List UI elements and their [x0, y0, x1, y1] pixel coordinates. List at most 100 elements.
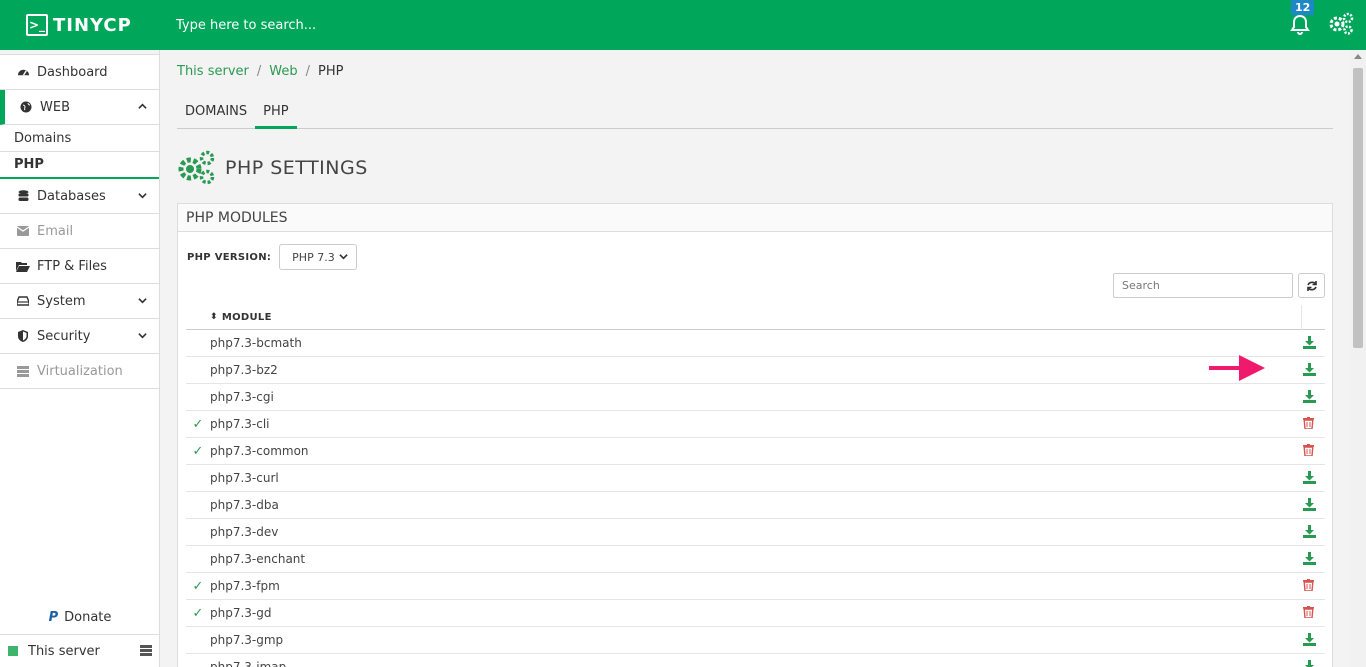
shield-icon — [16, 329, 30, 343]
php-version-label: PHP VERSION: — [187, 251, 272, 263]
table-row: php7.3-curl — [186, 465, 1325, 492]
module-name: php7.3-cgi — [210, 390, 274, 404]
notification-count-badge: 12 — [1291, 0, 1315, 15]
sidebar-item-security[interactable]: Security — [0, 319, 159, 354]
hdd-icon — [16, 294, 30, 308]
breadcrumb-separator: / — [305, 64, 310, 79]
php-version-select[interactable]: PHP 7.3 — [279, 244, 358, 270]
module-name: php7.3-gmp — [210, 633, 284, 647]
chevron-down-icon — [138, 298, 147, 304]
server-status-icon — [8, 646, 18, 656]
module-name: php7.3-bz2 — [210, 363, 278, 377]
app-logo[interactable]: >_ TINYCP — [0, 0, 160, 50]
module-name: php7.3-dba — [210, 498, 279, 512]
tab-php[interactable]: PHP — [255, 100, 297, 129]
terminal-icon: >_ — [26, 14, 48, 36]
server-selector[interactable]: This server — [0, 634, 160, 667]
table-row: ✓ php7.3-cli — [186, 411, 1325, 438]
breadcrumb-web[interactable]: Web — [269, 64, 297, 79]
sidebar-item-label: Databases — [37, 188, 106, 204]
sidebar-item-email[interactable]: Email — [0, 214, 159, 249]
column-divider — [1301, 305, 1302, 330]
module-name: php7.3-fpm — [210, 579, 280, 593]
sidebar-subitem-domains[interactable]: Domains — [0, 125, 159, 152]
chevron-down-icon — [138, 333, 147, 339]
uninstall-trash-icon[interactable] — [1303, 606, 1317, 620]
gears-icon — [178, 150, 215, 185]
bell-icon — [1290, 14, 1310, 35]
module-name: php7.3-cli — [210, 417, 270, 431]
sidebar-item-label: Security — [37, 328, 91, 344]
uninstall-trash-icon[interactable] — [1303, 579, 1317, 593]
sidebar-item-system[interactable]: System — [0, 284, 159, 319]
table-row: php7.3-dev — [186, 519, 1325, 546]
scrollbar-thumb[interactable] — [1353, 68, 1363, 348]
page-scrollbar[interactable] — [1350, 50, 1366, 667]
module-name: php7.3-bcmath — [210, 336, 302, 350]
panel-title: PHP MODULES — [178, 204, 1332, 232]
php-modules-panel: PHP MODULES PHP VERSION: PHP 7.3 Search … — [177, 203, 1333, 667]
install-download-icon[interactable] — [1303, 552, 1317, 566]
scroll-up-arrow[interactable] — [1354, 54, 1362, 59]
installed-check-icon: ✓ — [192, 443, 204, 459]
install-download-icon[interactable] — [1303, 660, 1317, 667]
installed-check-icon: ✓ — [192, 578, 204, 594]
modules-table: ⬍ MODULE php7.3-bcmath php7.3-bz2 php7.3-cg… — [186, 305, 1325, 667]
sidebar-item-databases[interactable]: Databases — [0, 179, 159, 214]
sidebar-item-web[interactable]: WEB — [0, 90, 159, 125]
envelope-icon — [16, 224, 30, 238]
notifications-button[interactable]: 12 — [1288, 0, 1315, 37]
refresh-icon — [1306, 280, 1317, 291]
uninstall-trash-icon[interactable] — [1303, 417, 1317, 431]
sidebar-subitem-php[interactable]: PHP — [0, 152, 159, 179]
install-download-icon[interactable] — [1303, 525, 1317, 539]
table-row: php7.3-imap — [186, 654, 1325, 667]
module-search-input[interactable]: Search — [1113, 273, 1293, 298]
refresh-button[interactable] — [1298, 273, 1325, 298]
sidebar-item-label: System — [37, 293, 86, 309]
install-download-icon[interactable] — [1303, 633, 1317, 647]
table-row: php7.3-dba — [186, 492, 1325, 519]
table-header[interactable]: ⬍ MODULE — [186, 305, 1325, 330]
install-download-icon[interactable] — [1303, 471, 1317, 485]
install-download-icon[interactable] — [1303, 336, 1317, 350]
server-list-icon[interactable] — [140, 645, 152, 656]
table-row: php7.3-cgi — [186, 384, 1325, 411]
install-download-icon[interactable] — [1303, 498, 1317, 512]
module-name: php7.3-gd — [210, 606, 272, 620]
global-search-input[interactable]: Type here to search... — [176, 18, 316, 33]
table-row: php7.3-bcmath — [186, 330, 1325, 357]
install-download-icon[interactable] — [1303, 390, 1317, 404]
table-row: php7.3-enchant — [186, 546, 1325, 573]
breadcrumb: This server / Web / PHP — [177, 64, 343, 79]
sidebar-item-label: Virtualization — [37, 363, 123, 379]
uninstall-trash-icon[interactable] — [1303, 444, 1317, 458]
chevron-up-icon — [138, 103, 147, 109]
table-row: ✓ php7.3-common — [186, 438, 1325, 465]
module-name: php7.3-curl — [210, 471, 279, 485]
php-version-row: PHP VERSION: PHP 7.3 — [187, 244, 358, 270]
donate-link[interactable]: P Donate — [0, 610, 160, 625]
sidebar-item-virtualization[interactable]: Virtualization — [0, 354, 159, 389]
logo-text: TINYCP — [53, 14, 132, 36]
settings-button[interactable] — [1328, 11, 1354, 39]
donate-label: Donate — [64, 610, 112, 625]
sidebar-item-dashboard[interactable]: Dashboard — [0, 55, 159, 90]
php-version-value: PHP 7.3 — [292, 250, 335, 264]
tab-domains[interactable]: DOMAINS — [177, 100, 255, 129]
breadcrumb-this-server[interactable]: This server — [177, 64, 249, 79]
column-module: MODULE — [221, 311, 272, 323]
module-name: php7.3-dev — [210, 525, 279, 539]
main-content: This server / Web / PHP DOMAINS PHP PHP SETT… — [160, 50, 1350, 667]
table-row: ✓ php7.3-gd — [186, 600, 1325, 627]
sidebar-item-label: Email — [37, 223, 74, 239]
module-name: php7.3-imap — [210, 660, 287, 667]
dashboard-icon — [16, 65, 30, 79]
install-download-icon[interactable] — [1303, 363, 1317, 377]
sidebar-item-ftp-files[interactable]: FTP & Files — [0, 249, 159, 284]
sidebar-item-label: WEB — [40, 99, 70, 115]
tab-bar: DOMAINS PHP — [177, 100, 1333, 129]
server-name: This server — [28, 643, 100, 659]
breadcrumb-php: PHP — [317, 64, 344, 79]
globe-icon — [19, 100, 33, 114]
